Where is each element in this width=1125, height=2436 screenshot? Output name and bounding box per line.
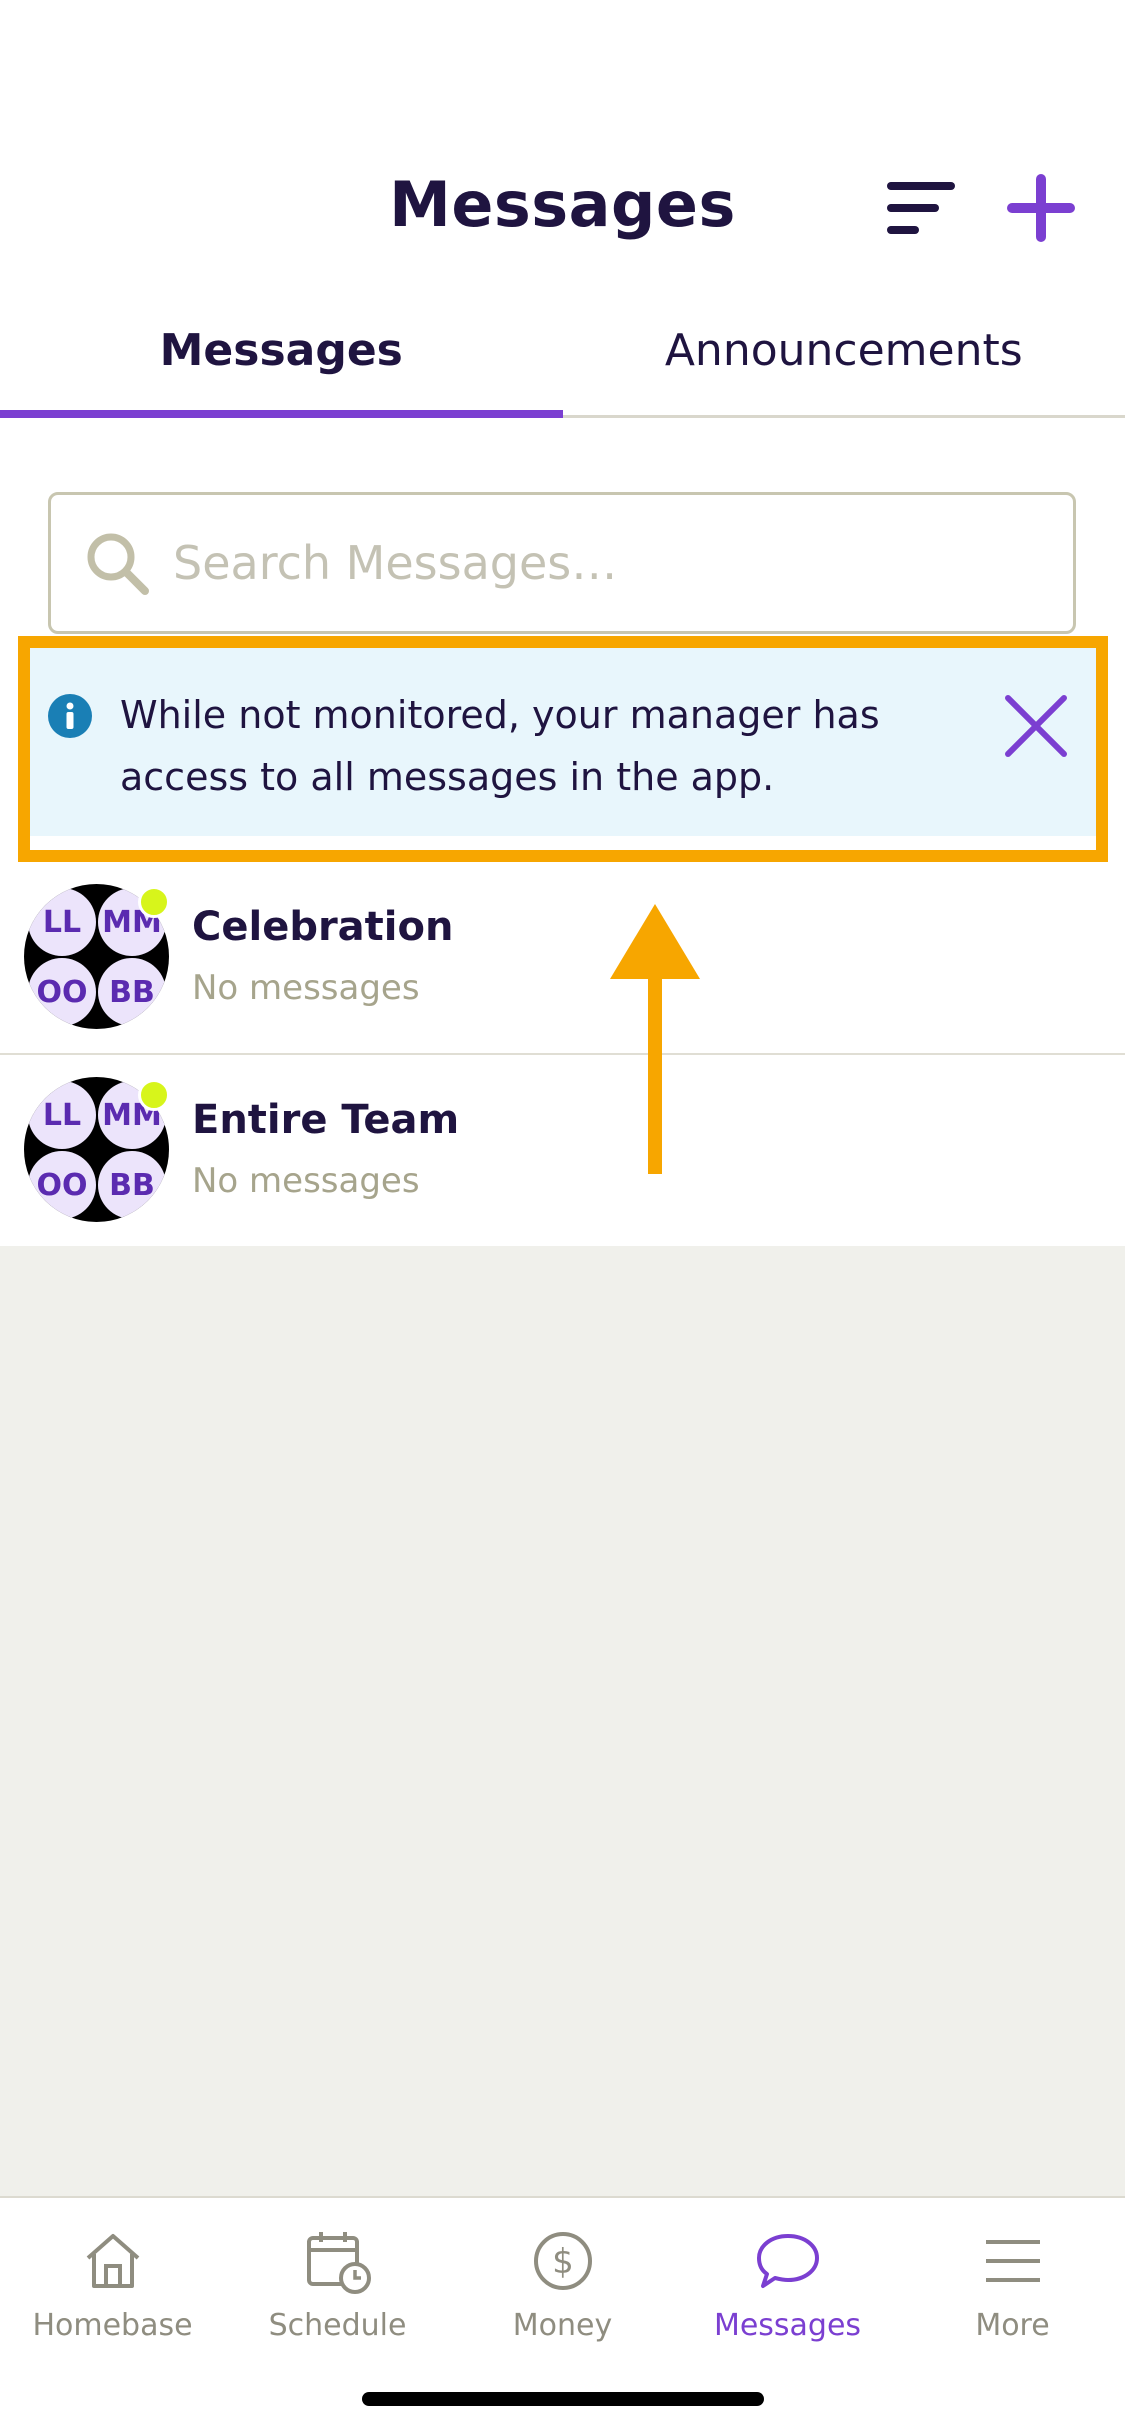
nav-label: Schedule bbox=[268, 2308, 407, 2343]
home-icon bbox=[86, 2234, 139, 2288]
conversation-title: Celebration bbox=[192, 904, 454, 950]
list-item[interactable]: LL MM OO BB Celebration No messages bbox=[0, 862, 1125, 1055]
plus-icon bbox=[1007, 174, 1075, 242]
dollar-circle-icon: $ bbox=[533, 2232, 592, 2290]
nav-label: More bbox=[975, 2308, 1050, 2343]
messages-screen: Messages Messages Announcements Search M… bbox=[0, 0, 1125, 2436]
empty-list-area bbox=[0, 1246, 1125, 2196]
chat-bubble-icon bbox=[756, 2234, 819, 2288]
header: Messages bbox=[0, 140, 1125, 280]
search-icon bbox=[87, 533, 149, 595]
presence-dot bbox=[138, 1079, 170, 1111]
nav-label: Homebase bbox=[32, 2308, 193, 2343]
highlight-box bbox=[18, 636, 1108, 862]
list-item[interactable]: LL MM OO BB Entire Team No messages bbox=[0, 1055, 1125, 1248]
search-input[interactable] bbox=[173, 536, 1033, 590]
avatar-initials: LL bbox=[28, 888, 96, 956]
hamburger-menu-icon bbox=[985, 2240, 1040, 2282]
nav-homebase[interactable]: Homebase bbox=[0, 2198, 225, 2358]
avatar-initials: BB bbox=[98, 1151, 166, 1219]
sort-icon bbox=[887, 182, 955, 234]
nav-more[interactable]: More bbox=[900, 2198, 1125, 2358]
conversation-list: LL MM OO BB Celebration No messages LL M… bbox=[0, 862, 1125, 1248]
avatar-initials: BB bbox=[98, 958, 166, 1026]
arrow-up-icon bbox=[610, 904, 700, 1174]
tab-messages[interactable]: Messages bbox=[0, 300, 563, 418]
tab-bar: Messages Announcements bbox=[0, 300, 1125, 418]
header-actions bbox=[883, 170, 1079, 246]
avatar-initials: LL bbox=[28, 1081, 96, 1149]
new-message-button[interactable] bbox=[1003, 170, 1079, 246]
conversation-preview: No messages bbox=[192, 1161, 420, 1201]
nav-messages[interactable]: Messages bbox=[675, 2198, 900, 2358]
conversation-preview: No messages bbox=[192, 968, 420, 1008]
calendar-clock-icon bbox=[306, 2232, 371, 2294]
nav-schedule[interactable]: Schedule bbox=[225, 2198, 450, 2358]
conversation-title: Entire Team bbox=[192, 1097, 460, 1143]
sort-filter-button[interactable] bbox=[883, 170, 959, 246]
avatar-initials: OO bbox=[28, 958, 96, 1026]
avatar-initials: OO bbox=[28, 1151, 96, 1219]
svg-text:$: $ bbox=[552, 2242, 574, 2282]
bottom-navigation: Homebase Schedule $ Money Messages More bbox=[0, 2196, 1125, 2436]
nav-money[interactable]: $ Money bbox=[450, 2198, 675, 2358]
nav-label: Money bbox=[512, 2308, 613, 2343]
search-bar bbox=[48, 492, 1076, 634]
tab-announcements[interactable]: Announcements bbox=[563, 300, 1125, 415]
nav-label: Messages bbox=[713, 2308, 862, 2343]
presence-dot bbox=[138, 886, 170, 918]
home-indicator[interactable] bbox=[362, 2392, 764, 2406]
